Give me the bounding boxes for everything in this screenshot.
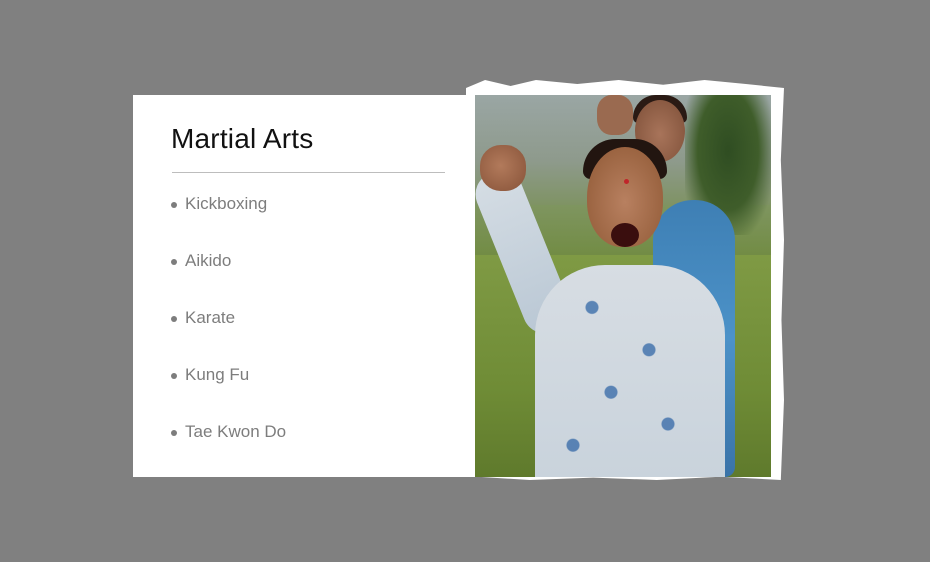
title-divider — [172, 172, 445, 173]
bullet-text: Aikido — [185, 251, 232, 270]
slide-text-panel: Martial Arts Kickboxing Aikido Karate Ku… — [133, 95, 475, 477]
background-woman-fist — [597, 95, 633, 135]
bullet-list[interactable]: Kickboxing Aikido Karate Kung Fu Tae Kwo… — [171, 194, 286, 477]
canvas: Martial Arts Kickboxing Aikido Karate Ku… — [0, 0, 930, 562]
bullet-text: Kung Fu — [185, 365, 250, 384]
bullet-text: Kickboxing — [185, 194, 268, 213]
bullet-text: Karate — [185, 308, 236, 327]
bullet-icon — [171, 259, 177, 265]
bullet-icon — [171, 373, 177, 379]
bullet-item: Kickboxing — [171, 194, 286, 251]
bullet-item: Karate — [171, 308, 286, 365]
bullet-icon — [171, 430, 177, 436]
martial-arts-photo[interactable] — [475, 95, 771, 477]
bullet-icon — [171, 202, 177, 208]
shouting-mouth — [611, 223, 639, 247]
bullet-item: Tae Kwon Do — [171, 422, 286, 477]
woman-saree — [535, 265, 725, 477]
bindi — [624, 179, 629, 184]
bullet-item: Aikido — [171, 251, 286, 308]
slide-title[interactable]: Martial Arts — [171, 123, 313, 155]
bullet-text: Tae Kwon Do — [185, 422, 287, 441]
raised-fist — [480, 145, 526, 191]
bullet-icon — [171, 316, 177, 322]
presentation-slide[interactable]: Martial Arts Kickboxing Aikido Karate Ku… — [133, 95, 771, 477]
bullet-item: Kung Fu — [171, 365, 286, 422]
